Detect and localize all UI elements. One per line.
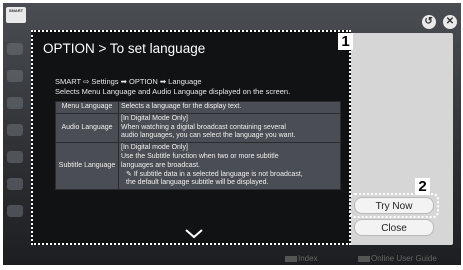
menu-icon[interactable] — [7, 70, 23, 82]
menu-icon[interactable] — [7, 205, 23, 217]
menu-path: SMART ⇨ Settings ➡ OPTION ➡ Language — [55, 77, 202, 86]
try-now-button[interactable]: Try Now — [354, 197, 434, 214]
dialog-description: SMART ⇨ Settings ➡ OPTION ➡ Language Sel… — [55, 77, 290, 97]
menu-icon[interactable] — [7, 97, 23, 109]
back-icon[interactable]: ↺ — [421, 15, 436, 29]
online-guide-link[interactable]: Online User Guide — [358, 253, 437, 265]
guide-icon — [358, 255, 370, 262]
index-icon — [285, 255, 297, 262]
tv-screen: SMART ↺ ✕ OPTION > To set language SMART… — [3, 3, 461, 265]
table-row: Menu Language Selects a language for the… — [55, 101, 341, 114]
row-text: Selects a language for the display text. — [118, 101, 341, 114]
footer-bar: Index Online User Guide — [3, 253, 461, 265]
close-button[interactable]: Close — [354, 219, 434, 236]
try-now-highlight: Try Now — [349, 193, 439, 218]
smart-logo: SMART — [6, 7, 26, 23]
table-row: Subtitle Language [In Digital mode Only]… — [55, 142, 341, 191]
table-row: Audio Language [In Digital Mode Only] Wh… — [55, 112, 341, 144]
description-text: Selects Menu Language and Audio Language… — [55, 87, 291, 96]
index-link[interactable]: Index — [285, 253, 318, 265]
row-label: Menu Language — [55, 101, 119, 114]
menu-icon[interactable] — [7, 124, 23, 136]
chevron-down-icon[interactable] — [185, 229, 203, 239]
left-menu — [7, 43, 25, 233]
option-dialog: OPTION > To set language SMART ⇨ Setting… — [31, 30, 351, 245]
menu-icon[interactable] — [7, 43, 23, 55]
menu-icon[interactable] — [7, 151, 23, 163]
top-icons: ↺ ✕ — [419, 11, 457, 29]
row-label: Subtitle Language — [55, 142, 119, 191]
row-text: [In Digital Mode Only] When watching a d… — [118, 112, 341, 144]
note-icon: ✎ — [126, 170, 132, 178]
row-label: Audio Language — [55, 112, 119, 144]
language-table: Menu Language Selects a language for the… — [55, 101, 341, 191]
row-text: [In Digital mode Only] Use the Subtitle … — [118, 142, 341, 191]
dialog-title: OPTION > To set language — [43, 41, 206, 56]
close-icon[interactable]: ✕ — [443, 15, 457, 29]
callout-badge-1: 1 — [338, 33, 353, 50]
menu-icon[interactable] — [7, 178, 23, 190]
